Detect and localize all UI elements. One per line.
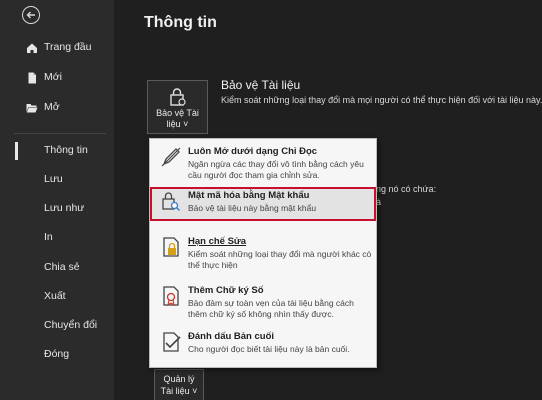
menu-item-description: Bảo vệ tài liệu này bằng mật khẩu — [188, 203, 317, 213]
mark-final-icon — [163, 332, 181, 352]
manage-button-label-1: Quản lý — [163, 374, 195, 384]
menu-item-title: Mật mã hóa bằng Mật khẩu — [188, 190, 310, 201]
sidebar-item-label: Trang đầu — [44, 41, 92, 53]
new-document-icon — [26, 72, 38, 84]
folder-open-icon — [26, 102, 38, 114]
sidebar-item-label: Xuất — [44, 290, 66, 302]
sidebar-item-label: Mở — [44, 101, 60, 113]
sidebar-item-label: Lưu — [44, 173, 63, 185]
menu-item-title: Thêm Chữ ký Số — [188, 285, 264, 296]
manage-document-button[interactable]: Quản lý Tài liệu ˅ — [154, 369, 204, 400]
menu-item-description: Ngăn ngừa các thay đổi vô tình bằng cách… — [188, 159, 364, 180]
sidebar-item-label: Mới — [44, 71, 62, 83]
sidebar-item-print[interactable]: In — [0, 226, 114, 250]
menu-item-description: Bảo đảm sự toàn vẹn của tài liệu bằng cá… — [188, 298, 354, 319]
sidebar-item-export[interactable]: Xuất — [0, 285, 114, 309]
back-arrow-icon[interactable] — [22, 6, 40, 24]
inspect-text-fragment: ng nó có chứa: — [376, 184, 437, 194]
sidebar-item-new[interactable]: Mới — [0, 66, 114, 90]
menu-item-restrict-editing[interactable]: Hạn chế Sửa Kiểm soát những loại thay đổ… — [150, 233, 376, 279]
protect-section-description: Kiểm soát những loại thay đổi mà mọi ngư… — [221, 95, 542, 105]
pencil-read-only-icon — [161, 147, 181, 167]
sidebar-item-info[interactable]: Thông tin — [0, 139, 114, 163]
protect-section-title: Bảo vệ Tài liệu — [221, 78, 301, 92]
digital-signature-icon — [163, 286, 179, 307]
menu-item-always-open-read-only[interactable]: Luôn Mở dưới dạng Chỉ Đọc Ngăn ngừa các … — [150, 143, 376, 187]
sidebar-item-home[interactable]: Trang đầu — [0, 36, 114, 60]
menu-item-add-digital-signature[interactable]: Thêm Chữ ký Số Bảo đảm sự toàn vẹn của t… — [150, 282, 376, 328]
menu-item-description: Cho người đọc biết tài liệu này là bản c… — [188, 344, 350, 354]
menu-item-title: Luôn Mở dưới dạng Chỉ Đọc — [188, 146, 318, 157]
protect-document-menu: Luôn Mở dưới dạng Chỉ Đọc Ngăn ngừa các … — [149, 138, 377, 368]
sidebar-item-label: Lưu như — [44, 202, 85, 214]
sidebar-item-open[interactable]: Mở — [0, 96, 114, 120]
menu-item-description: Kiểm soát những loại thay đổi mà người k… — [188, 249, 372, 270]
sidebar-item-transform[interactable]: Chuyển đổi — [0, 314, 114, 338]
lock-key-icon — [162, 192, 180, 211]
menu-item-title: Hạn chế Sửa — [188, 236, 247, 247]
menu-item-encrypt-with-password[interactable]: Mật mã hóa bằng Mật khẩu Bảo vệ tài liệu… — [150, 187, 376, 221]
sidebar-item-label: Thông tin — [44, 144, 88, 156]
protect-document-button[interactable]: Bảo vệ Tài liệu ˅ — [147, 80, 208, 134]
sidebar-item-label: In — [44, 231, 53, 243]
sidebar-item-label: Chia sẻ — [44, 261, 80, 273]
manage-button-label-2: Tài liệu ˅ — [160, 386, 198, 396]
sidebar-divider — [14, 133, 106, 134]
sidebar-item-close[interactable]: Đóng — [0, 343, 114, 367]
sidebar-item-label: Đóng — [44, 348, 70, 360]
page-title: Thông tin — [144, 14, 217, 31]
protect-button-label-1: Bảo vệ Tài — [156, 108, 199, 118]
home-icon — [26, 42, 38, 54]
menu-item-mark-as-final[interactable]: Đánh dấu Bản cuối Cho người đọc biết tài… — [150, 328, 376, 366]
sidebar-item-label: Chuyển đổi — [44, 319, 98, 331]
sidebar-item-share[interactable]: Chia sẻ — [0, 256, 114, 280]
backstage-sidebar: Trang đầu Mới Mở Thông tin Lưu Lưu như I… — [0, 0, 114, 400]
restrict-edit-icon — [163, 237, 179, 257]
protect-button-label-2: liệu ˅ — [166, 119, 189, 129]
sidebar-item-save-as[interactable]: Lưu như — [0, 197, 114, 221]
sidebar-item-save[interactable]: Lưu — [0, 168, 114, 192]
menu-item-title: Đánh dấu Bản cuối — [188, 331, 275, 342]
lock-document-icon — [170, 88, 186, 106]
